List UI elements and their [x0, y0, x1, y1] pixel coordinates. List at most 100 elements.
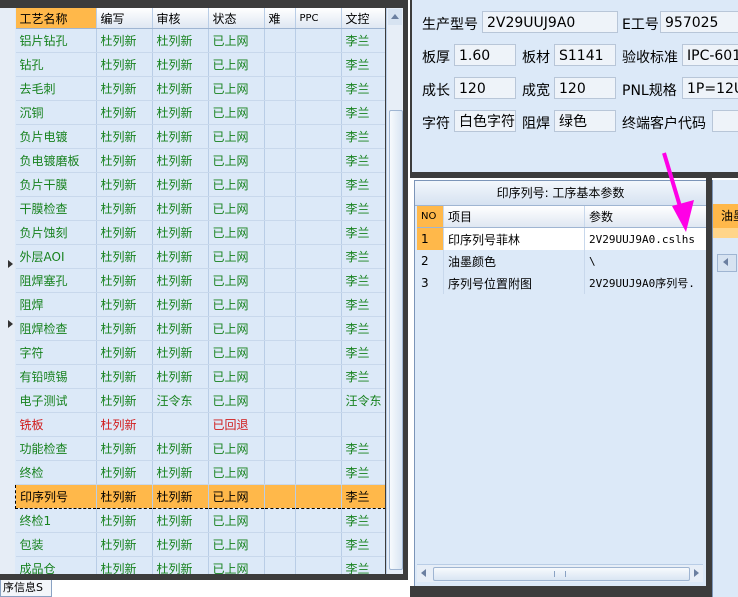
- cell-status[interactable]: 已上网: [208, 268, 265, 293]
- cell-writer[interactable]: 杜列新: [96, 148, 153, 173]
- scroll-thumb[interactable]: [389, 110, 403, 570]
- table-row[interactable]: 印序列号 杜列新 杜列新 已上网 李兰: [15, 484, 385, 509]
- cell-parameter[interactable]: 2V29UUJ9A0序列号.: [584, 272, 718, 294]
- col-writer[interactable]: 编写: [96, 8, 153, 29]
- cell-difficulty[interactable]: [264, 436, 296, 461]
- cell-ppc[interactable]: [295, 484, 342, 509]
- cell-doc-control[interactable]: 李兰: [341, 460, 385, 485]
- cell-doc-control[interactable]: 李兰: [341, 148, 385, 173]
- cell-reviewer[interactable]: 杜列新: [152, 508, 209, 533]
- scroll-left-icon[interactable]: [421, 569, 426, 577]
- cell-reviewer[interactable]: 杜列新: [152, 52, 209, 77]
- table-row[interactable]: 外层AOI 杜列新 杜列新 已上网 李兰: [15, 244, 385, 269]
- cell-ppc[interactable]: [295, 244, 342, 269]
- cell-doc-control[interactable]: 李兰: [341, 100, 385, 125]
- scroll-up-button[interactable]: [388, 9, 402, 25]
- cell-process-name[interactable]: 终检1: [15, 508, 97, 533]
- cell-difficulty[interactable]: [264, 532, 296, 557]
- cell-writer[interactable]: 杜列新: [96, 508, 153, 533]
- cell-difficulty[interactable]: [264, 100, 296, 125]
- character-field[interactable]: 白色字符: [454, 110, 516, 132]
- cell-difficulty[interactable]: [264, 76, 296, 101]
- table-row[interactable]: 成品仓 杜列新 杜列新 已上网 李兰: [15, 556, 385, 574]
- cell-ppc[interactable]: [295, 100, 342, 125]
- cell-process-name[interactable]: 成品仓: [15, 556, 97, 574]
- cell-difficulty[interactable]: [264, 148, 296, 173]
- param-row[interactable]: 1 印序列号菲林 2V29UUJ9A0.cslhs: [417, 227, 718, 250]
- cell-status[interactable]: 已上网: [208, 460, 265, 485]
- param-horizontal-scrollbar[interactable]: [417, 564, 703, 582]
- cell-process-name[interactable]: 功能检查: [15, 436, 97, 461]
- cell-ppc[interactable]: [295, 508, 342, 533]
- cell-doc-control[interactable]: 李兰: [341, 436, 385, 461]
- cell-process-name[interactable]: 负片电镀: [15, 124, 97, 149]
- cell-status[interactable]: 已上网: [208, 172, 265, 197]
- cell-ppc[interactable]: [295, 412, 342, 437]
- cell-process-name[interactable]: 负片蚀刻: [15, 220, 97, 245]
- cell-writer[interactable]: 杜列新: [96, 124, 153, 149]
- cell-reviewer[interactable]: 杜列新: [152, 364, 209, 389]
- cell-reviewer[interactable]: 汪令东: [152, 388, 209, 413]
- cell-doc-control[interactable]: 李兰: [341, 220, 385, 245]
- cell-doc-control[interactable]: 李兰: [341, 364, 385, 389]
- cell-status[interactable]: 已上网: [208, 388, 265, 413]
- table-row[interactable]: 干膜检查 杜列新 杜列新 已上网 李兰: [15, 196, 385, 221]
- cell-process-name[interactable]: 钻孔: [15, 52, 97, 77]
- table-row[interactable]: 负片电镀 杜列新 杜列新 已上网 李兰: [15, 124, 385, 149]
- cell-reviewer[interactable]: 杜列新: [152, 436, 209, 461]
- cell-difficulty[interactable]: [264, 172, 296, 197]
- col-doc-control[interactable]: 文控: [341, 8, 385, 29]
- cell-status[interactable]: 已回退: [208, 412, 265, 437]
- cell-writer[interactable]: 杜列新: [96, 28, 153, 53]
- cell-reviewer[interactable]: 杜列新: [152, 172, 209, 197]
- cell-no[interactable]: 2: [417, 250, 444, 272]
- cell-doc-control[interactable]: 李兰: [341, 508, 385, 533]
- cell-doc-control[interactable]: 李兰: [341, 196, 385, 221]
- cell-writer[interactable]: 杜列新: [96, 244, 153, 269]
- cell-difficulty[interactable]: [264, 556, 296, 574]
- width-field[interactable]: 120: [554, 77, 616, 99]
- cell-process-name[interactable]: 印序列号: [15, 484, 97, 509]
- cell-writer[interactable]: 杜列新: [96, 340, 153, 365]
- cell-status[interactable]: 已上网: [208, 532, 265, 557]
- cell-doc-control[interactable]: 李兰: [341, 172, 385, 197]
- thickness-field[interactable]: 1.60: [454, 44, 516, 66]
- table-row[interactable]: 负片蚀刻 杜列新 杜列新 已上网 李兰: [15, 220, 385, 245]
- cell-status[interactable]: 已上网: [208, 436, 265, 461]
- table-row[interactable]: 字符 杜列新 杜列新 已上网 李兰: [15, 340, 385, 365]
- table-row[interactable]: 阻焊检查 杜列新 杜列新 已上网 李兰: [15, 316, 385, 341]
- col-process-name[interactable]: 工艺名称: [15, 8, 97, 29]
- tab-sequence-info[interactable]: 序信息S: [0, 580, 52, 597]
- cell-reviewer[interactable]: 杜列新: [152, 148, 209, 173]
- ink-panel-row[interactable]: [713, 228, 738, 238]
- cell-difficulty[interactable]: [264, 124, 296, 149]
- cell-process-name[interactable]: 阻焊塞孔: [15, 268, 97, 293]
- cell-writer[interactable]: 杜列新: [96, 220, 153, 245]
- standard-field[interactable]: IPC-6012: [682, 44, 738, 66]
- table-row[interactable]: 终检 杜列新 杜列新 已上网 李兰: [15, 460, 385, 485]
- cell-reviewer[interactable]: 杜列新: [152, 340, 209, 365]
- cell-difficulty[interactable]: [264, 364, 296, 389]
- cell-difficulty[interactable]: [264, 244, 296, 269]
- cell-doc-control[interactable]: 李兰: [341, 244, 385, 269]
- cell-process-name[interactable]: 阻焊: [15, 292, 97, 317]
- cell-difficulty[interactable]: [264, 460, 296, 485]
- cell-process-name[interactable]: 电子测试: [15, 388, 97, 413]
- cell-process-name[interactable]: 阻焊检查: [15, 316, 97, 341]
- cell-ppc[interactable]: [295, 196, 342, 221]
- cell-writer[interactable]: 杜列新: [96, 388, 153, 413]
- cell-process-name[interactable]: 外层AOI: [15, 244, 97, 269]
- cell-item[interactable]: 印序列号菲林: [443, 227, 585, 250]
- cell-writer[interactable]: 杜列新: [96, 556, 153, 574]
- cell-process-name[interactable]: 字符: [15, 340, 97, 365]
- cell-status[interactable]: 已上网: [208, 244, 265, 269]
- scroll-left-button[interactable]: [717, 254, 737, 272]
- table-row[interactable]: 负片干膜 杜列新 杜列新 已上网 李兰: [15, 172, 385, 197]
- cell-writer[interactable]: 杜列新: [96, 484, 153, 509]
- cell-ppc[interactable]: [295, 124, 342, 149]
- cell-doc-control[interactable]: 李兰: [341, 28, 385, 53]
- cell-difficulty[interactable]: [264, 52, 296, 77]
- cell-doc-control[interactable]: 汪令东: [341, 388, 385, 413]
- cell-difficulty[interactable]: [264, 196, 296, 221]
- cell-difficulty[interactable]: [264, 316, 296, 341]
